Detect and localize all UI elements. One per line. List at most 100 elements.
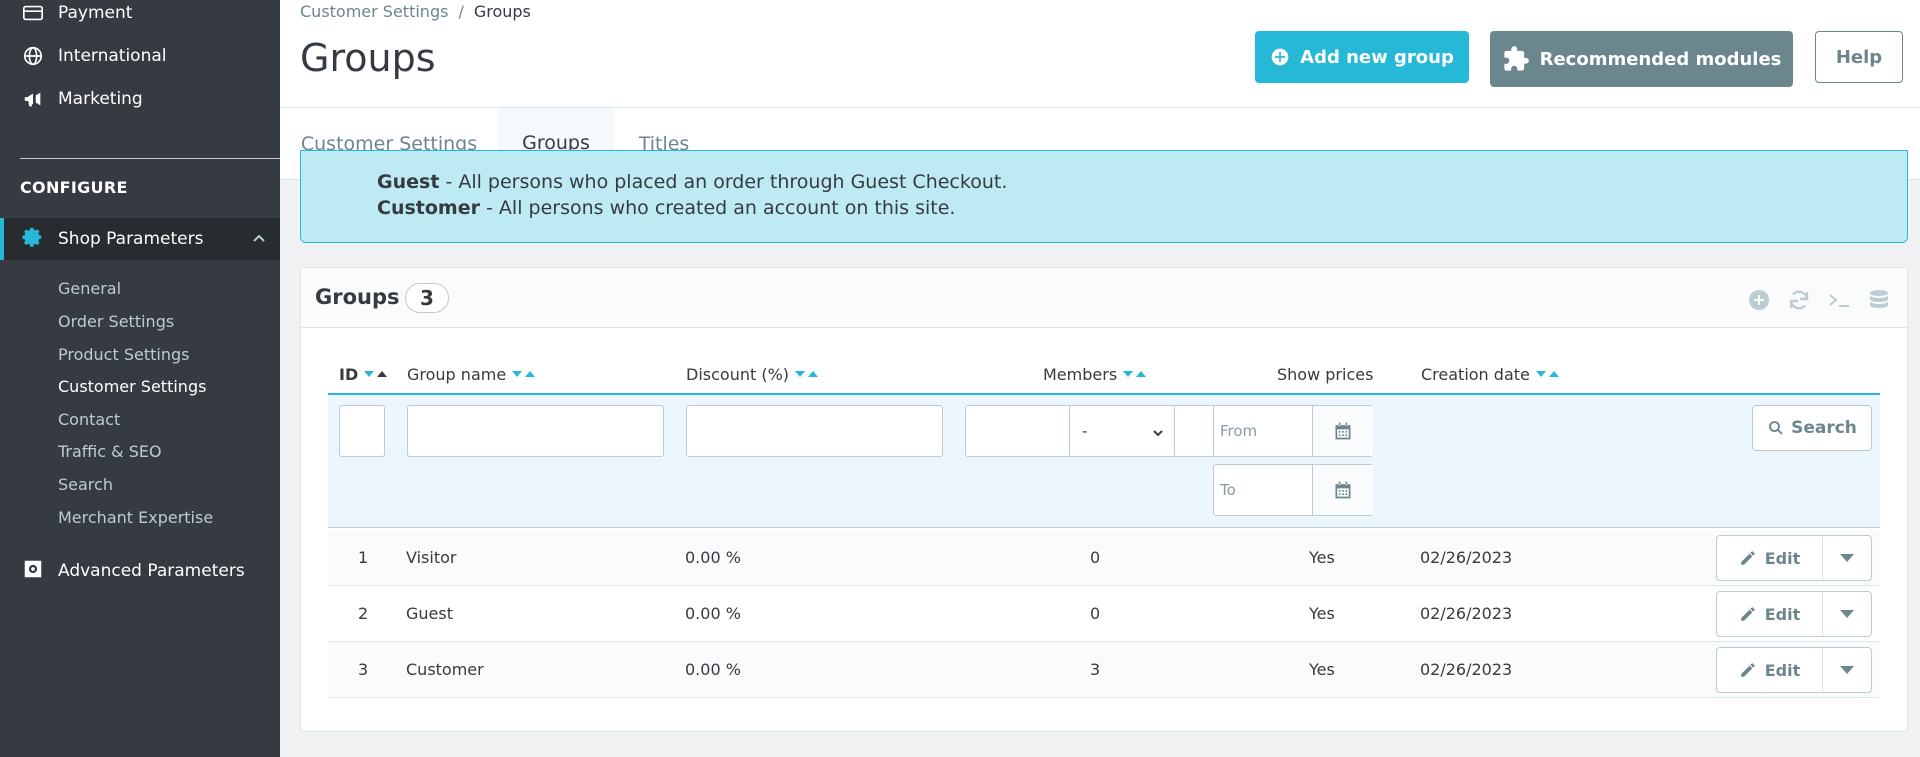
panel-title: Groups [315,285,400,309]
sidebar-item-label: Payment [58,3,133,23]
export-database-icon[interactable] [1867,288,1891,312]
sidebar-subitem-customer-settings[interactable]: Customer Settings [58,377,206,396]
cell-creation-date: 02/26/2023 [1420,660,1513,679]
sidebar-item-label: Advanced Parameters [58,561,245,581]
add-new-group-button[interactable]: Add new group [1255,31,1469,83]
caret-down-icon [1840,610,1854,618]
sidebar-item-international[interactable]: International [0,35,280,77]
cell-members: 0 [1090,604,1101,623]
breadcrumb: Customer Settings / Groups [300,2,531,21]
refresh-icon[interactable] [1787,288,1811,312]
column-header-label: ID [339,364,359,384]
filter-date-from[interactable]: From [1213,405,1373,457]
recommended-modules-label: Recommended modules [1539,48,1782,70]
calendar-icon[interactable] [1312,406,1373,456]
sort-controls [795,371,819,377]
sort-desc-icon[interactable] [512,371,523,377]
breadcrumb-current: Groups [473,2,531,21]
cell-id: 2 [358,604,369,623]
search-button-label: Search [1791,418,1857,438]
sort-asc-icon[interactable] [1548,371,1559,377]
sidebar-subitem-product-settings[interactable]: Product Settings [58,345,189,364]
sort-asc-icon[interactable] [377,371,388,377]
alert-line-guest: Guest - All persons who placed an order … [377,171,1007,193]
sidebar-subitem-merchant-expertise[interactable]: Merchant Expertise [58,508,213,527]
sort-asc-icon[interactable] [525,371,536,377]
caret-down-icon [1840,666,1854,674]
sql-query-icon[interactable] [1827,288,1851,312]
filter-discount-input[interactable] [686,405,943,457]
add-icon[interactable] [1747,288,1771,312]
sort-controls [364,371,388,377]
filter-show-prices-select[interactable]: - [1069,405,1175,457]
sidebar-divider [20,158,280,159]
search-icon [1769,421,1783,435]
column-header-show-prices: Show prices [1277,364,1374,384]
sidebar-item-shop-parameters[interactable]: Shop Parameters [0,218,280,260]
recommended-modules-button[interactable]: Recommended modules [1490,31,1793,87]
edit-label: Edit [1764,548,1801,568]
breadcrumb-separator: / [458,2,464,21]
column-header-creation-date[interactable]: Creation date [1421,363,1559,385]
cell-show-prices: Yes [1309,604,1335,623]
filter-id-input[interactable] [339,405,385,457]
column-header-label: Members [1043,364,1118,384]
row-actions: Edit [1716,591,1872,637]
sidebar-subitem-order-settings[interactable]: Order Settings [58,312,174,331]
filter-row: - From To Search [328,393,1880,528]
sort-desc-icon[interactable] [795,371,806,377]
add-new-group-label: Add new group [1300,46,1454,68]
sidebar-subitem-contact[interactable]: Contact [58,410,120,429]
table-row: 1 Visitor 0.00 % 0 Yes 02/26/2023 Edit [328,530,1880,586]
sort-asc-icon[interactable] [808,371,819,377]
table-row: 2 Guest 0.00 % 0 Yes 02/26/2023 Edit [328,586,1880,642]
sidebar-section-title: CONFIGURE [20,178,128,197]
column-header-group-name[interactable]: Group name [407,363,536,385]
breadcrumb-parent-link[interactable]: Customer Settings [300,2,448,21]
sidebar-subitem-search[interactable]: Search [58,475,113,494]
column-header-discount[interactable]: Discount (%) [686,363,819,385]
cell-show-prices: Yes [1309,548,1335,567]
sidebar-item-advanced-parameters[interactable]: Advanced Parameters [0,551,280,591]
sort-desc-icon[interactable] [1535,371,1546,377]
sidebar-item-label: International [58,46,167,66]
filter-group-name-input[interactable] [407,405,664,457]
sort-asc-icon[interactable] [1136,371,1147,377]
edit-label: Edit [1764,660,1801,680]
cell-discount: 0.00 % [685,604,741,623]
sort-desc-icon[interactable] [364,371,375,377]
info-alert: Guest - All persons who placed an order … [300,150,1908,243]
column-header-id[interactable]: ID [339,363,388,385]
sidebar: Payment International Marketing CONFIGUR… [0,0,280,757]
row-actions-dropdown-toggle[interactable] [1823,536,1871,580]
edit-button[interactable]: Edit [1717,648,1823,692]
sidebar-item-marketing[interactable]: Marketing [0,78,280,120]
row-actions: Edit [1716,535,1872,581]
megaphone-icon [22,88,44,110]
filter-date-to[interactable]: To [1213,464,1373,516]
date-from-placeholder: From [1220,422,1258,440]
sidebar-subitem-general[interactable]: General [58,279,121,298]
sort-desc-icon[interactable] [1123,371,1134,377]
edit-button[interactable]: Edit [1717,536,1823,580]
alert-customer-name: Customer [377,197,480,219]
help-button[interactable]: Help [1815,31,1903,83]
groups-panel: Groups 3 ID Group name Discount (%) Memb… [300,267,1908,732]
panel-heading: Groups 3 [301,268,1907,328]
row-actions-dropdown-toggle[interactable] [1823,592,1871,636]
column-header-members[interactable]: Members [1043,363,1147,385]
chevron-down-icon [1152,425,1164,437]
alert-guest-text: - All persons who placed an order throug… [439,171,1008,193]
row-actions: Edit [1716,647,1872,693]
cell-group-name: Customer [406,660,484,679]
calendar-icon[interactable] [1312,465,1373,515]
chevron-up-icon[interactable] [252,230,266,244]
sidebar-subitem-traffic-seo[interactable]: Traffic & SEO [58,442,162,461]
sort-controls [512,371,536,377]
cell-discount: 0.00 % [685,660,741,679]
search-button[interactable]: Search [1752,405,1872,451]
edit-button[interactable]: Edit [1717,592,1823,636]
date-to-placeholder: To [1220,481,1236,499]
row-actions-dropdown-toggle[interactable] [1823,648,1871,692]
sidebar-item-payment[interactable]: Payment [0,0,280,34]
